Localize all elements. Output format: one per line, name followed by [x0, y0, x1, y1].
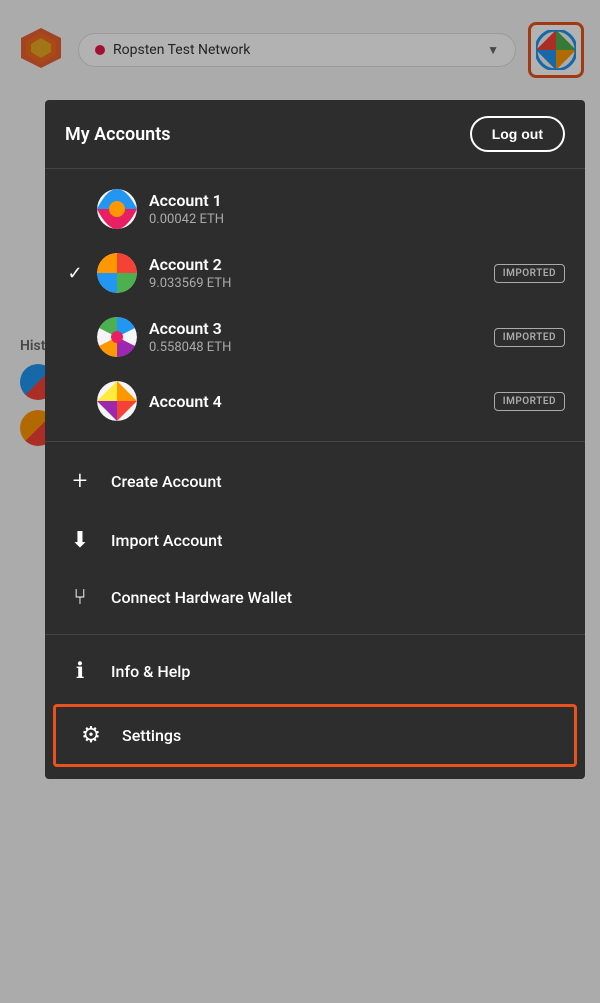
- account-4-imported-badge: IMPORTED: [494, 392, 565, 411]
- account-item-4[interactable]: Account 4 IMPORTED: [45, 369, 585, 433]
- account-3-avatar: [97, 317, 137, 357]
- account-2-info: Account 2 9.033569 ETH: [149, 255, 482, 291]
- account-2-imported-badge: IMPORTED: [494, 264, 565, 283]
- info-help-label: Info & Help: [111, 662, 190, 681]
- active-checkmark-4: [65, 391, 85, 412]
- panel-header: My Accounts Log out: [45, 100, 585, 169]
- account-1-avatar: [97, 189, 137, 229]
- account-item-3[interactable]: Account 3 0.558048 ETH IMPORTED: [45, 305, 585, 369]
- bottom-section: ℹ Info & Help ⚙ Settings: [45, 635, 585, 779]
- import-account-label: Import Account: [111, 531, 222, 550]
- account-4-name: Account 4: [149, 392, 482, 411]
- account-1-balance: 0.00042 ETH: [149, 212, 565, 227]
- settings-icon: ⚙: [76, 723, 106, 748]
- logout-button[interactable]: Log out: [470, 116, 565, 152]
- account-1-info: Account 1 0.00042 ETH: [149, 191, 565, 227]
- info-icon: ℹ: [65, 659, 95, 684]
- create-account-item[interactable]: + Create Account: [45, 450, 585, 512]
- hardware-wallet-item[interactable]: ⑂ Connect Hardware Wallet: [45, 569, 585, 626]
- active-checkmark-2: ✓: [65, 263, 85, 284]
- account-1-name: Account 1: [149, 191, 565, 210]
- hardware-wallet-label: Connect Hardware Wallet: [111, 588, 292, 607]
- account-2-balance: 9.033569 ETH: [149, 276, 482, 291]
- active-checkmark-3: [65, 327, 85, 348]
- import-account-icon: ⬇: [65, 528, 95, 553]
- actions-section: + Create Account ⬇ Import Account ⑂ Conn…: [45, 442, 585, 635]
- import-account-item[interactable]: ⬇ Import Account: [45, 512, 585, 569]
- panel-title: My Accounts: [65, 124, 171, 145]
- settings-item[interactable]: ⚙ Settings: [53, 704, 577, 767]
- hardware-wallet-icon: ⑂: [65, 585, 95, 610]
- account-item-2[interactable]: ✓ Account 2 9.033569 ETH IMPORTED: [45, 241, 585, 305]
- info-help-item[interactable]: ℹ Info & Help: [45, 643, 585, 700]
- create-account-icon: +: [65, 466, 95, 496]
- account-4-info: Account 4: [149, 392, 482, 411]
- account-3-imported-badge: IMPORTED: [494, 328, 565, 347]
- active-checkmark-1: [65, 199, 85, 220]
- settings-label: Settings: [122, 726, 181, 745]
- account-item-1[interactable]: Account 1 0.00042 ETH: [45, 177, 585, 241]
- account-3-info: Account 3 0.558048 ETH: [149, 319, 482, 355]
- account-4-avatar: [97, 381, 137, 421]
- create-account-label: Create Account: [111, 472, 222, 491]
- accounts-panel: My Accounts Log out Account 1 0.00042 ET…: [45, 100, 585, 779]
- account-2-avatar: [97, 253, 137, 293]
- account-3-balance: 0.558048 ETH: [149, 340, 482, 355]
- account-3-name: Account 3: [149, 319, 482, 338]
- account-2-name: Account 2: [149, 255, 482, 274]
- accounts-list: Account 1 0.00042 ETH ✓ Account 2 9.0335…: [45, 169, 585, 442]
